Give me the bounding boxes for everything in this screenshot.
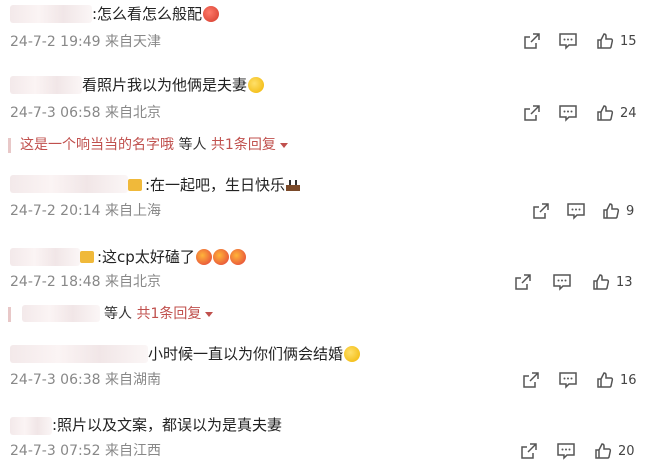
like-button[interactable]: 24 — [596, 104, 637, 122]
reply-label: 等人 — [104, 306, 132, 322]
comment-text: :在一起吧，生日快乐 — [128, 175, 301, 195]
like-count: 24 — [620, 105, 637, 121]
comment-meta: 24-7-2 19:49 来自天津 — [10, 34, 161, 50]
comment-icon — [559, 372, 577, 389]
badge-icon — [80, 251, 94, 263]
reply-summary[interactable]: 这是一个响当当的名字哦 等人 共1条回复 — [20, 136, 288, 154]
comment-icon — [557, 443, 575, 460]
comment-button[interactable] — [558, 32, 578, 50]
reply-count-link[interactable]: 共1条回复 — [211, 137, 276, 153]
thumbs-up-icon — [593, 274, 610, 290]
share-icon — [521, 443, 537, 459]
share-icon — [523, 372, 539, 388]
reply-summary[interactable]: 等人 共1条回复 — [104, 305, 214, 323]
username-blurred[interactable] — [10, 175, 128, 193]
reply-user-blurred[interactable] — [22, 305, 100, 322]
thumbs-up-icon — [595, 443, 612, 459]
emoji-icon — [344, 346, 361, 362]
share-button[interactable] — [523, 32, 541, 50]
heart-eyes-emoji-icon — [195, 249, 212, 265]
comment-text: :照片以及文案，都误以为是真夫妻 — [52, 416, 283, 434]
share-icon — [533, 203, 549, 219]
comment-text: 小时候一直以为你们俩会结婚 — [148, 344, 361, 364]
comment-meta: 24-7-2 18:48 来自北京 — [10, 274, 161, 290]
reply-count-link[interactable]: 共1条回复 — [136, 306, 201, 322]
like-count: 9 — [626, 203, 635, 219]
heart-eyes-emoji-icon — [229, 249, 246, 265]
reply-label: 等人 — [178, 137, 207, 153]
comment-icon — [553, 274, 571, 291]
username-blurred[interactable] — [10, 417, 52, 435]
like-button[interactable]: 20 — [594, 442, 635, 460]
share-icon — [524, 105, 540, 121]
like-button[interactable]: 13 — [592, 273, 633, 291]
thumbs-up-icon — [603, 203, 620, 219]
like-button[interactable]: 9 — [602, 202, 634, 220]
comment-meta: 24-7-2 20:14 来自上海 — [10, 203, 161, 219]
share-button[interactable] — [532, 202, 550, 220]
like-button[interactable]: 16 — [596, 371, 637, 389]
emoji-icon — [203, 6, 220, 22]
chevron-down-icon — [205, 311, 214, 317]
reply-user-name[interactable]: 这是一个响当当的名字哦 — [20, 137, 174, 153]
username-blurred[interactable] — [10, 5, 92, 23]
share-button[interactable] — [523, 104, 541, 122]
cake-icon — [285, 177, 301, 191]
like-count: 16 — [620, 372, 637, 388]
comment-text: 看照片我以为他俩是夫妻 — [82, 75, 265, 95]
share-icon — [524, 33, 540, 49]
comment-icon — [567, 203, 585, 220]
comment-button[interactable] — [552, 273, 572, 291]
comment-meta: 24-7-3 07:52 来自江西 — [10, 443, 161, 459]
comment-button[interactable] — [558, 371, 578, 389]
share-icon — [515, 274, 531, 290]
like-count: 15 — [620, 33, 637, 49]
emoji-icon — [248, 77, 265, 93]
comment-button[interactable] — [566, 202, 586, 220]
username-blurred[interactable] — [10, 248, 80, 266]
like-count: 13 — [616, 274, 633, 290]
thumbs-up-icon — [597, 372, 614, 388]
username-blurred[interactable] — [10, 345, 148, 363]
badge-icon — [128, 179, 142, 191]
like-button[interactable]: 15 — [596, 32, 637, 50]
comment-button[interactable] — [558, 104, 578, 122]
comment-meta: 24-7-3 06:58 来自北京 — [10, 105, 161, 121]
reply-divider — [8, 138, 11, 153]
share-button[interactable] — [514, 273, 532, 291]
share-button[interactable] — [522, 371, 540, 389]
like-count: 20 — [618, 443, 635, 459]
comment-icon — [559, 33, 577, 50]
reply-divider — [8, 307, 11, 322]
chevron-down-icon — [279, 142, 288, 148]
comment-text: :怎么看怎么般配 — [92, 4, 220, 24]
comment-meta: 24-7-3 06:38 来自湖南 — [10, 372, 161, 388]
comment-icon — [559, 105, 577, 122]
share-button[interactable] — [520, 442, 538, 460]
heart-eyes-emoji-icon — [212, 249, 229, 265]
thumbs-up-icon — [597, 105, 614, 121]
comment-button[interactable] — [556, 442, 576, 460]
comment-text: :这cp太好磕了 — [80, 247, 246, 267]
thumbs-up-icon — [597, 33, 614, 49]
username-blurred[interactable] — [10, 76, 82, 94]
